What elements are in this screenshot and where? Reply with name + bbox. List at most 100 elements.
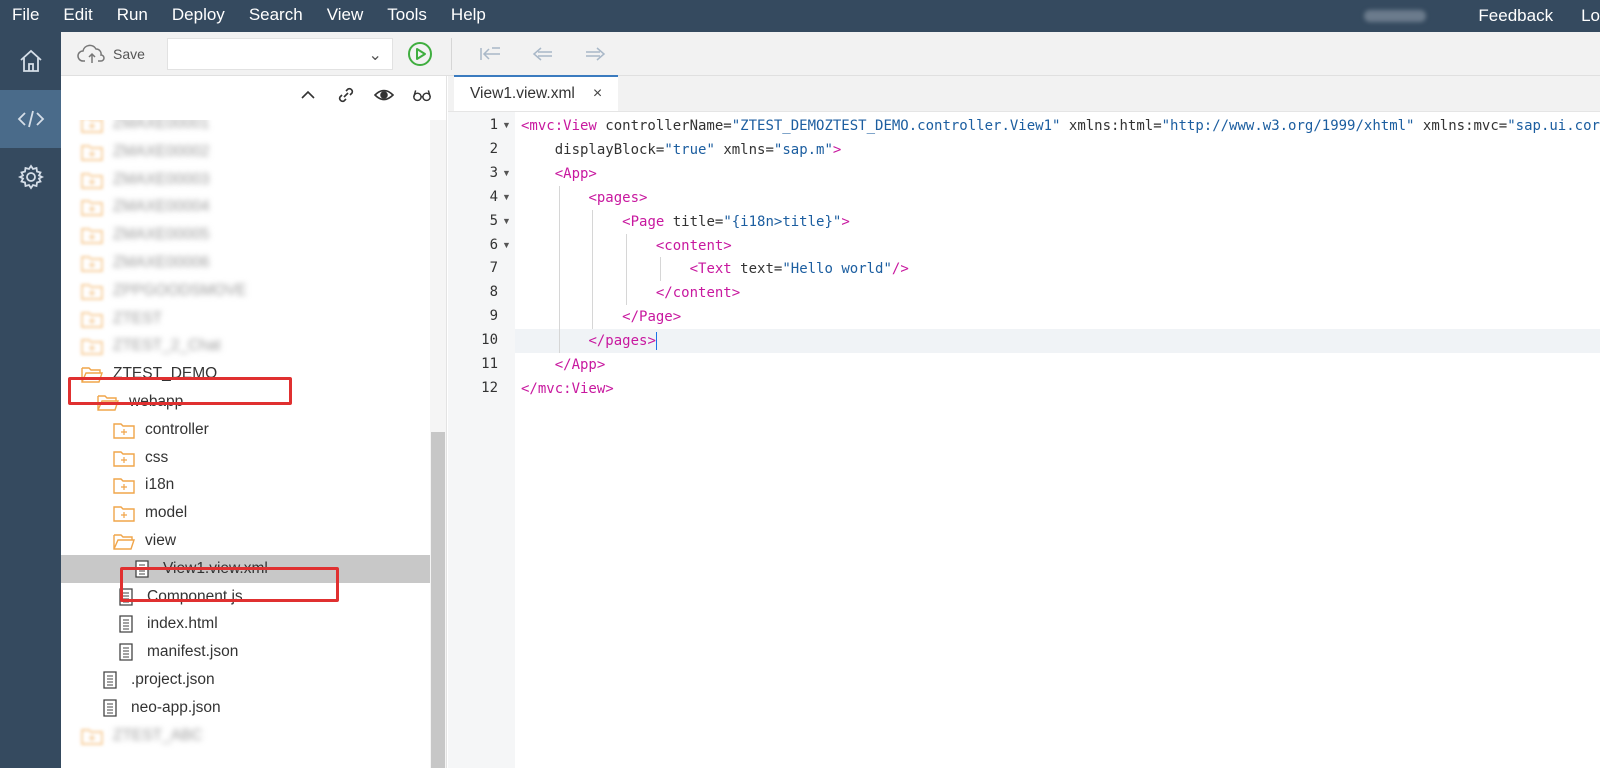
tree-folder-item[interactable]: i18n [61, 471, 431, 499]
rail-settings-button[interactable] [0, 148, 61, 206]
tree-folder-item[interactable]: ZMAXE00006 [61, 249, 431, 277]
menubar: File Edit Run Deploy Search View Tools H… [0, 0, 1600, 32]
code-line: </mvc:View> [521, 380, 614, 397]
tab-view1-view-xml[interactable]: View1.view.xml × [454, 75, 619, 111]
tree-item-label: webapp [129, 393, 184, 410]
folder-icon [81, 120, 103, 133]
close-icon[interactable]: × [593, 85, 602, 103]
tree-folder-item[interactable]: ZMAXE00004 [61, 193, 431, 221]
user-name-redacted [1364, 10, 1427, 22]
save-label: Save [113, 45, 145, 62]
tree-folder-item[interactable]: ZPPGOODSMOVE [61, 277, 431, 305]
tree-item-label: ZMAXE00001 [113, 120, 210, 132]
menu-file[interactable]: File [0, 0, 51, 32]
tree-item-label: ZPPGOODSMOVE [113, 281, 247, 299]
rail-home-button[interactable] [0, 32, 61, 90]
folder-icon [81, 226, 103, 244]
code-icon [17, 110, 44, 128]
line-number: 10 [481, 332, 498, 349]
save-button[interactable]: Save [77, 43, 145, 65]
tree-scrollbar-thumb[interactable] [431, 432, 445, 768]
code-line: <Page title="{i18n>title}"> [515, 209, 1600, 234]
show-hidden-icon[interactable] [374, 85, 394, 105]
menu-search[interactable]: Search [237, 0, 315, 32]
line-number: 8 [489, 284, 498, 301]
tree-folder-item[interactable]: ZMAXE00001 [61, 120, 431, 138]
tree-file-item[interactable]: neo-app.json [61, 694, 431, 722]
tree-folder-item[interactable]: controller [61, 416, 431, 444]
tree-item-label: controller [145, 420, 209, 438]
file-icon [115, 587, 137, 606]
tree-item-label: model [145, 504, 188, 522]
feedback-link[interactable]: Feedback [1464, 6, 1567, 26]
tree-item-label: ZMAXE00005 [113, 226, 210, 244]
folder-icon [81, 254, 103, 272]
toolbar: Save ⌄ [61, 32, 1600, 76]
link-editor-icon[interactable] [336, 85, 356, 105]
tree-file-item[interactable]: Component.js [61, 583, 431, 611]
tree-folder-item[interactable]: ZMAXE00003 [61, 166, 431, 194]
workspace-tree-pane: ZMAXE00001 ZMAXE00002 ZMAXE00003 ZMAXE00004… [61, 76, 447, 768]
menu-view[interactable]: View [315, 0, 376, 32]
file-icon [115, 643, 137, 661]
menu-help[interactable]: Help [439, 0, 498, 32]
fold-toggle-icon[interactable]: ▼ [502, 240, 511, 250]
tab-label: View1.view.xml [470, 85, 575, 102]
folder-icon [113, 421, 135, 439]
tree-item-label: ZTEST [113, 309, 163, 327]
tree-folder-item[interactable]: model [61, 499, 431, 527]
tree-folder-item[interactable]: ZTEST_ABC [61, 722, 431, 750]
folder-icon [81, 143, 103, 161]
tree-folder-item[interactable]: ZMAXE00002 [61, 138, 431, 166]
logout-link[interactable]: Lo [1567, 6, 1600, 26]
fold-toggle-icon[interactable]: ▼ [502, 192, 511, 202]
forward-arrow-icon[interactable] [582, 44, 608, 64]
tree-folder-item[interactable]: ZTEST_2_Chat [61, 332, 431, 360]
tree-folder-item[interactable]: ZTEST_DEMO [61, 360, 431, 388]
menu-edit[interactable]: Edit [51, 0, 104, 32]
tree-file-item[interactable]: manifest.json [61, 638, 431, 666]
code-line: <mvc:View controllerName="ZTEST_DEMOZTES… [521, 118, 1600, 134]
run-configuration-select[interactable]: ⌄ [166, 37, 393, 70]
preview-glasses-icon[interactable] [412, 85, 432, 105]
tree-folder-item[interactable]: css [61, 444, 431, 472]
code-line: displayBlock="true" xmlns="sap.m"> [554, 141, 842, 158]
menu-tools[interactable]: Tools [375, 0, 439, 32]
tree-item-label: ZMAXE00006 [113, 254, 210, 271]
folder-icon [81, 310, 103, 328]
code-line: </App> [554, 357, 606, 373]
menu-deploy[interactable]: Deploy [160, 0, 237, 32]
code-line: <content> [515, 233, 1600, 258]
code-line: <Text text="Hello world"/> [515, 257, 1600, 282]
tree-folder-item[interactable]: ZTEST [61, 305, 431, 333]
code-area[interactable]: <mvc:View controllerName="ZTEST_DEMOZTES… [515, 112, 1600, 768]
folder-icon [81, 171, 103, 189]
file-icon [99, 671, 121, 689]
tree-folder-item[interactable]: view [61, 527, 431, 555]
run-icon[interactable] [407, 41, 433, 67]
tree-file-item[interactable]: View1.view.xml [61, 554, 431, 583]
back-arrow-icon[interactable] [530, 44, 556, 64]
tree-scrollbar[interactable] [430, 120, 446, 768]
tree-item-label: neo-app.json [131, 698, 221, 716]
code-editor: View1.view.xml × 1 ▼ 2 3 ▼ 4 ▼ 5 ▼ 6 ▼ 7 8 9 10 11 12 <m… [448, 75, 1600, 768]
fold-toggle-icon[interactable]: ▼ [502, 120, 511, 130]
fold-toggle-icon[interactable]: ▼ [502, 168, 511, 178]
tree-folder-item[interactable]: ZMAXE00005 [61, 221, 431, 249]
cloud-save-icon [77, 44, 105, 63]
tree-file-item[interactable]: .project.json [61, 666, 431, 694]
rail-development-button[interactable] [0, 90, 61, 148]
code-line: <App> [554, 165, 597, 182]
tree-item-label: ZTEST_2_Chat [113, 337, 221, 355]
navigate-last-edit-icon[interactable] [478, 44, 504, 64]
menu-run[interactable]: Run [105, 0, 160, 32]
file-icon [115, 615, 137, 634]
tree-item-label: ZMAXE00002 [113, 142, 210, 160]
tree-folder-item[interactable]: webapp [61, 388, 431, 416]
fold-toggle-icon[interactable]: ▼ [502, 216, 511, 226]
home-icon [19, 49, 42, 72]
editor-tabbar: View1.view.xml × [448, 75, 1600, 112]
tree-file-item[interactable]: index.html [61, 610, 431, 638]
tree-item-label: ZTEST_DEMO [113, 365, 218, 383]
collapse-all-icon[interactable] [298, 85, 318, 105]
